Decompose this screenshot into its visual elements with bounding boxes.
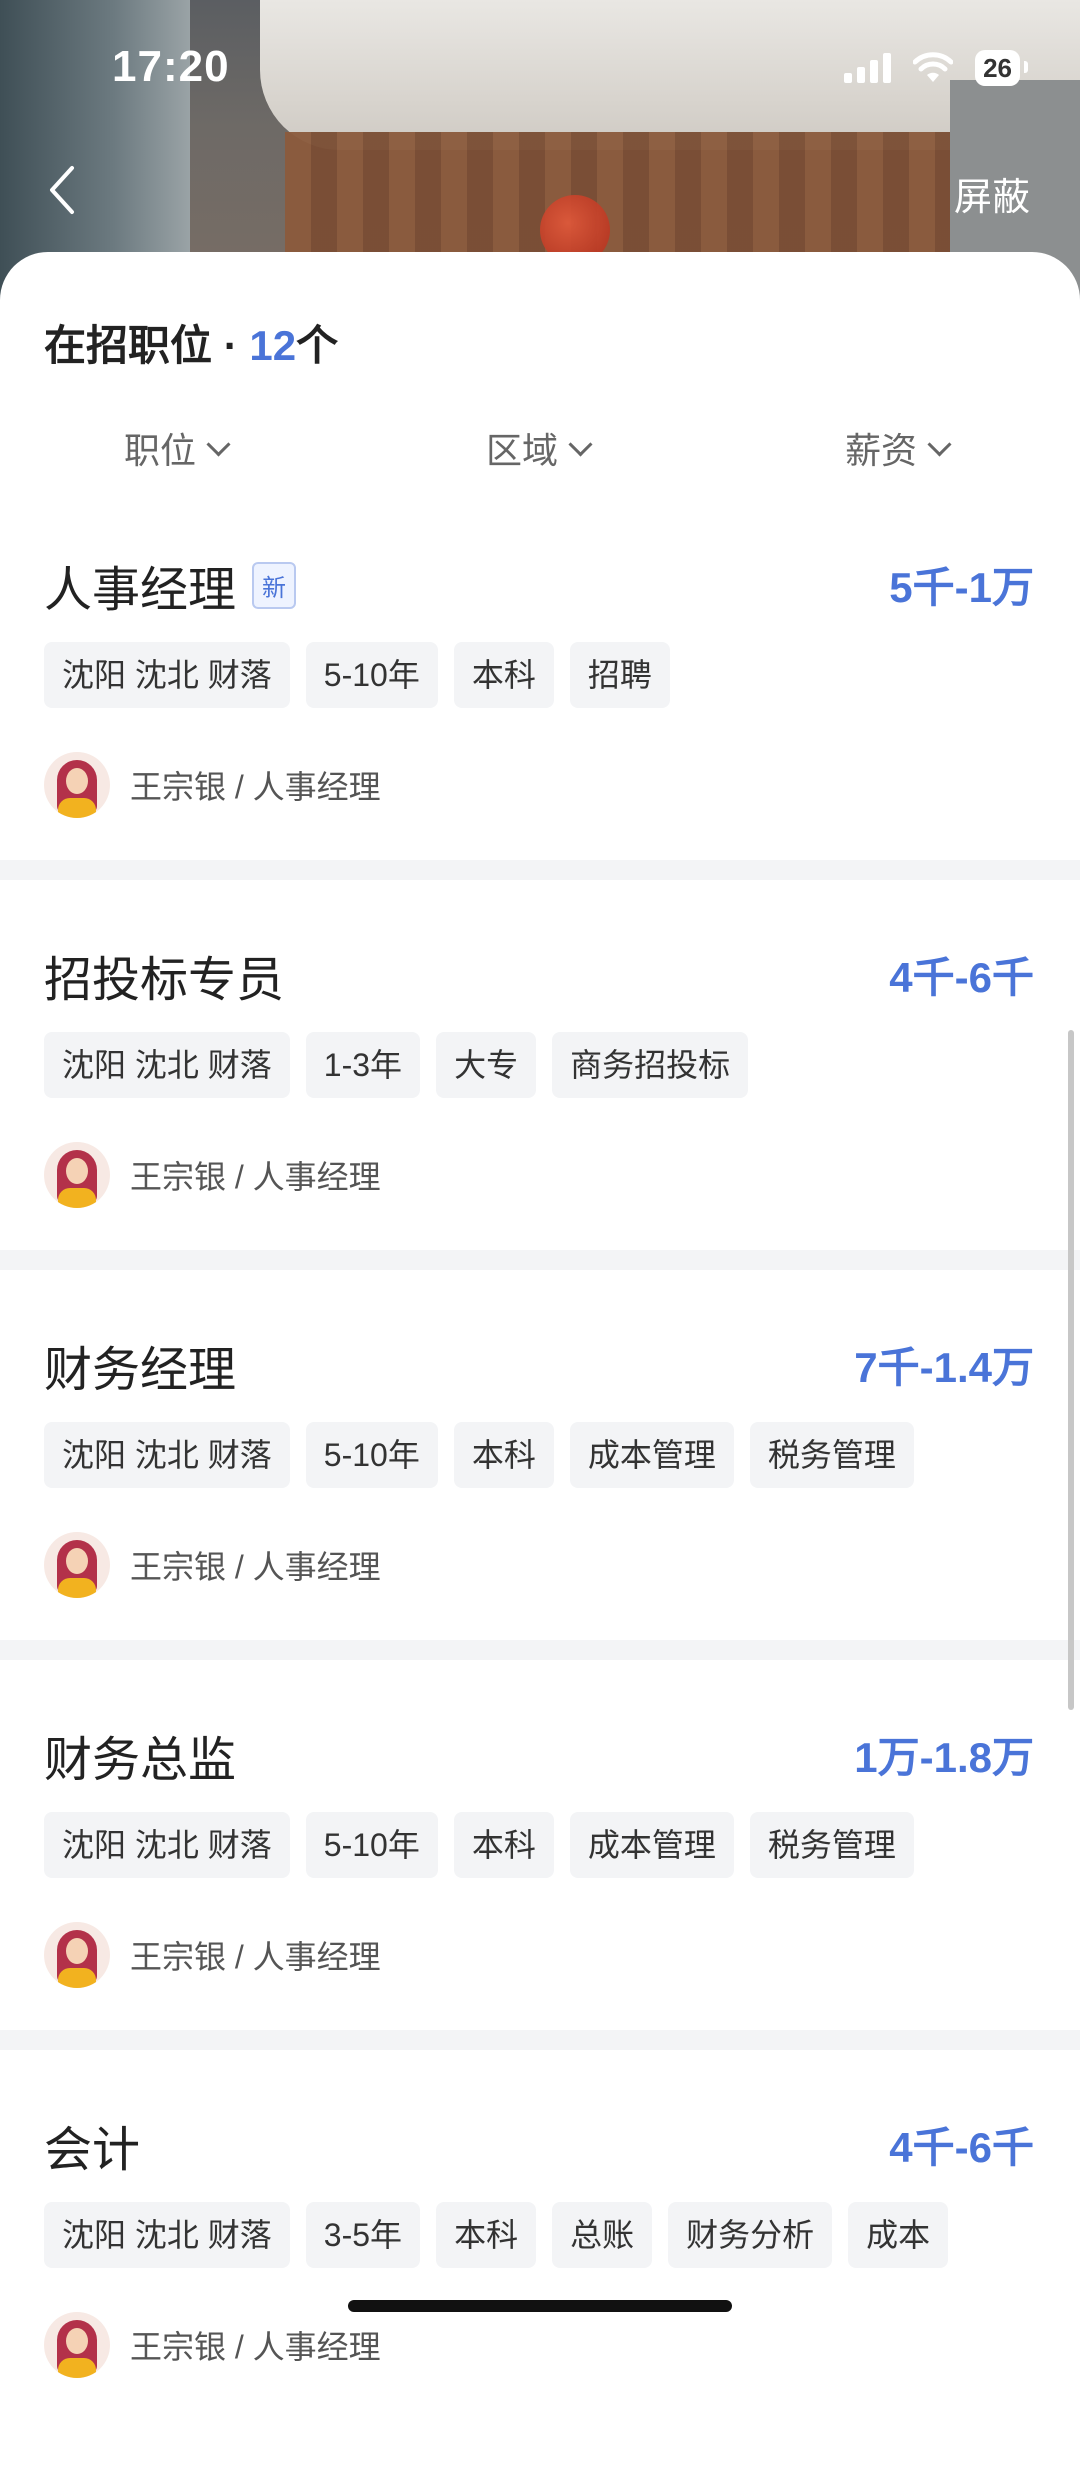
- recruiter-info: 王宗银 / 人事经理: [44, 2312, 381, 2378]
- status-time: 17:20: [112, 42, 230, 91]
- filter-position[interactable]: 职位: [124, 422, 231, 474]
- job-salary: 7千-1.4万: [854, 1344, 1034, 1391]
- job-tag: 本科: [453, 642, 554, 708]
- job-title-text: 会计: [44, 2124, 141, 2177]
- new-badge: 新: [252, 561, 297, 609]
- job-tag: 商务招投标: [552, 1032, 749, 1098]
- job-tag: 总账: [552, 2202, 653, 2268]
- wifi-icon: [913, 52, 954, 82]
- job-tag: 5-10年: [305, 1812, 438, 1878]
- job-title-text: 招投标专员: [44, 954, 285, 1007]
- job-card[interactable]: 会计 4千-6千 沈阳 沈北 财落 3-5年 本科 总账 财务分析 成本 王宗银…: [0, 2110, 1080, 2470]
- sheet-title-dot: ·: [223, 322, 238, 369]
- recruiter-info: 王宗银 / 人事经理: [44, 1922, 381, 1988]
- filter-salary-label: 薪资: [845, 430, 918, 471]
- divider: [0, 1250, 1080, 1270]
- job-tag: 成本管理: [569, 1422, 734, 1488]
- recruiter-text: 王宗银 / 人事经理: [130, 1939, 381, 1975]
- job-title: 招投标专员: [44, 940, 284, 1010]
- chevron-down-icon: [206, 431, 231, 457]
- home-indicator[interactable]: [348, 2300, 732, 2312]
- job-tag: 本科: [453, 1812, 554, 1878]
- scrollbar[interactable]: [1068, 1030, 1074, 1710]
- recruiter-info: 王宗银 / 人事经理: [44, 1142, 381, 1208]
- recruiter-avatar: [44, 2312, 110, 2378]
- job-tag: 本科: [453, 1422, 554, 1488]
- filter-area-label: 区域: [486, 430, 559, 471]
- job-tags: 沈阳 沈北 财落 1-3年 大专 商务招投标: [44, 1032, 749, 1098]
- recruiter-text: 王宗银 / 人事经理: [130, 769, 381, 805]
- recruiter-avatar: [44, 1142, 110, 1208]
- filter-area[interactable]: 区域: [486, 422, 593, 474]
- job-count-unit: 个: [296, 322, 339, 369]
- job-salary: 5千-1万: [889, 564, 1034, 611]
- job-tag: 沈阳 沈北 财落: [44, 1812, 290, 1878]
- back-arrow-icon[interactable]: [42, 160, 82, 220]
- recruiter-info: 王宗银 / 人事经理: [44, 1532, 381, 1598]
- job-salary: 1万-1.8万: [854, 1734, 1034, 1781]
- filter-salary[interactable]: 薪资: [845, 422, 952, 474]
- job-salary: 4千-6千: [889, 2124, 1034, 2171]
- recruiter-avatar: [44, 1922, 110, 1988]
- job-tag: 财务分析: [668, 2202, 833, 2268]
- job-tag: 3-5年: [305, 2202, 421, 2268]
- jobs-sheet: 在招职位 · 12个 职位 区域 薪资 人事经理 新 5千-1万 沈阳 沈北 财…: [0, 252, 1080, 2378]
- block-button[interactable]: 屏蔽: [954, 166, 1030, 221]
- divider: [0, 1640, 1080, 1660]
- job-title-text: 财务总监: [44, 1734, 237, 1787]
- job-title-text: 人事经理: [44, 564, 237, 617]
- job-tag: 成本管理: [569, 1812, 734, 1878]
- job-count: 12: [249, 322, 297, 369]
- job-tag: 税务管理: [749, 1422, 914, 1488]
- chevron-down-icon: [568, 431, 593, 457]
- job-tag: 税务管理: [749, 1812, 914, 1878]
- job-tags: 沈阳 沈北 财落 5-10年 本科 招聘: [44, 642, 670, 708]
- job-tag: 本科: [436, 2202, 537, 2268]
- job-tags: 沈阳 沈北 财落 5-10年 本科 成本管理 税务管理: [44, 1812, 914, 1878]
- recruiter-text: 王宗银 / 人事经理: [130, 1159, 381, 1195]
- sheet-title: 在招职位 · 12个: [44, 312, 338, 373]
- status-icons: 26: [844, 50, 1028, 86]
- job-tag: 沈阳 沈北 财落: [44, 1032, 290, 1098]
- job-title: 财务总监: [44, 1720, 236, 1790]
- divider: [0, 860, 1080, 880]
- chevron-down-icon: [927, 431, 952, 457]
- recruiter-avatar: [44, 1532, 110, 1598]
- battery-icon: 26: [975, 50, 1028, 86]
- job-tag: 沈阳 沈北 财落: [44, 642, 290, 708]
- filter-position-label: 职位: [124, 430, 197, 471]
- job-title-text: 财务经理: [44, 1344, 237, 1397]
- job-tag: 成本: [848, 2202, 949, 2268]
- job-title: 财务经理: [44, 1330, 236, 1400]
- recruiter-avatar: [44, 752, 110, 818]
- job-title: 会计: [44, 2110, 140, 2180]
- job-tags: 沈阳 沈北 财落 5-10年 本科 成本管理 税务管理: [44, 1422, 914, 1488]
- job-tag: 大专: [436, 1032, 537, 1098]
- recruiter-info: 王宗银 / 人事经理: [44, 752, 381, 818]
- job-salary: 4千-6千: [889, 954, 1034, 1001]
- job-card[interactable]: 财务经理 7千-1.4万 沈阳 沈北 财落 5-10年 本科 成本管理 税务管理…: [0, 1330, 1080, 1690]
- cellular-signal-icon: [844, 53, 892, 83]
- job-title: 人事经理 新: [44, 550, 297, 620]
- divider: [0, 2030, 1080, 2050]
- job-card[interactable]: 人事经理 新 5千-1万 沈阳 沈北 财落 5-10年 本科 招聘 王宗银 / …: [0, 550, 1080, 910]
- recruiter-text: 王宗银 / 人事经理: [130, 2329, 381, 2365]
- job-card[interactable]: 财务总监 1万-1.8万 沈阳 沈北 财落 5-10年 本科 成本管理 税务管理…: [0, 1720, 1080, 2080]
- sheet-title-text: 在招职位: [44, 322, 213, 369]
- filter-bar: 职位 区域 薪资: [0, 422, 1080, 492]
- recruiter-text: 王宗银 / 人事经理: [130, 1549, 381, 1585]
- job-tag: 5-10年: [305, 642, 438, 708]
- job-tag: 5-10年: [305, 1422, 438, 1488]
- job-tag: 招聘: [569, 642, 670, 708]
- job-tags: 沈阳 沈北 财落 3-5年 本科 总账 财务分析 成本: [44, 2202, 949, 2268]
- job-card[interactable]: 招投标专员 4千-6千 沈阳 沈北 财落 1-3年 大专 商务招投标 王宗银 /…: [0, 940, 1080, 1300]
- job-tag: 沈阳 沈北 财落: [44, 1422, 290, 1488]
- job-tag: 沈阳 沈北 财落: [44, 2202, 290, 2268]
- job-tag: 1-3年: [305, 1032, 421, 1098]
